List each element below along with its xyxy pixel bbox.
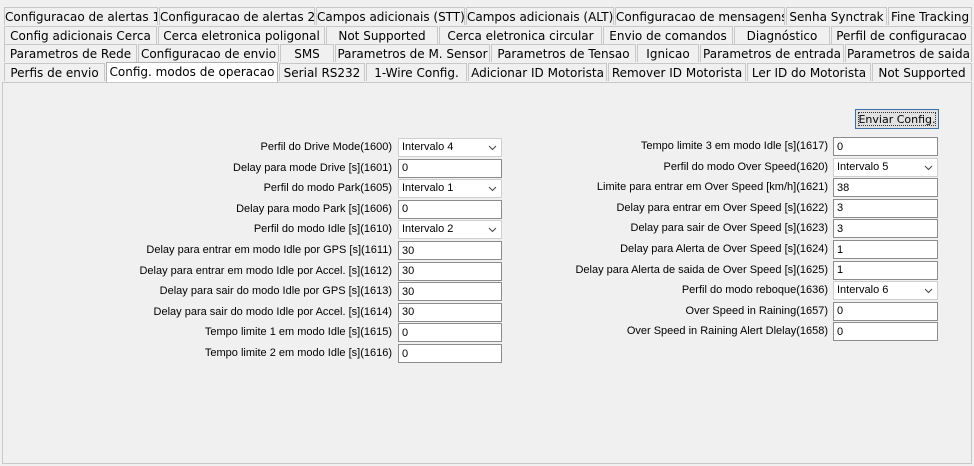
tab-adicionar-id-motorista[interactable]: Adicionar ID Motorista: [468, 63, 607, 81]
delay-para-entrar-em-over-speed-1622-label: Delay para entrar em Over Speed [s](1622…: [616, 201, 828, 214]
over-speed-in-raining-alert-dlelay-1658-label: Over Speed in Raining Alert Dlelay(1658): [626, 325, 828, 338]
tab-config-adicionais-cerca[interactable]: Config adicionais Cerca: [4, 26, 157, 44]
tab-parametros-de-saida[interactable]: Parametros de saida: [845, 44, 972, 62]
tab-campos-adicionais-stt[interactable]: Campos adicionais (STT): [316, 7, 465, 25]
tab-strip: Configuracao de alertas 1 Configuracao d…: [0, 0, 974, 83]
delay-para-alerta-de-over-speed-1624-label: Delay para Alerta de Over Speed [s](1624…: [620, 243, 828, 255]
tab-parametros-de-rede[interactable]: Parametros de Rede: [4, 44, 137, 62]
chevron-down-icon[interactable]: [924, 286, 933, 295]
tempo-limite-3-em-modo-idle-1617-field[interactable]: [833, 137, 938, 156]
tab-parametros-de-entrada[interactable]: Parametros de entrada: [700, 44, 844, 62]
tab-senha-synctrak[interactable]: Senha Synctrak: [786, 7, 887, 25]
delay-para-alerta-de-saida-de-over-speed-1625-field[interactable]: [833, 260, 938, 280]
delay-para-sair-de-over-speed-1623-field[interactable]: [833, 219, 938, 239]
tab-configuracao-de-alertas-1[interactable]: Configuracao de alertas 1: [4, 7, 158, 25]
delay-para-alerta-de-saida-de-over-speed-1625-label: Delay para Alerta de saida de Over Speed…: [575, 263, 828, 276]
tab-remover-id-motorista[interactable]: Remover ID Motorista: [608, 63, 746, 81]
select-value: Intervalo 5: [837, 160, 889, 173]
tab-perfil-de-configuracao[interactable]: Perfil de configuracao: [831, 26, 972, 44]
tab-not-supported-2[interactable]: Not Supported: [872, 63, 972, 81]
tab-not-supported[interactable]: Not Supported: [326, 26, 438, 44]
tab-configuracao-de-mensagens[interactable]: Configuracao de mensagens: [615, 7, 785, 25]
tempo-limite-2-em-modo-idle-1616-field[interactable]: [398, 344, 502, 363]
select-value: Intervalo 6: [837, 284, 889, 297]
limite-para-entrar-em-over-speed-1621-field[interactable]: [833, 178, 938, 198]
tab-envio-de-comandos[interactable]: Envio de comandos: [603, 26, 733, 44]
tab-parametros-de-m-sensor[interactable]: Parametros de M. Sensor: [335, 44, 490, 62]
tab-sms[interactable]: SMS: [280, 44, 334, 62]
delay-para-alerta-de-over-speed-1624-field[interactable]: [833, 240, 938, 259]
tab-config-modos-de-operacao[interactable]: Config. modos de operacao: [106, 62, 278, 82]
send-config-button[interactable]: Enviar Config.: [855, 109, 939, 129]
tab-ignicao[interactable]: Ignicao: [637, 44, 699, 62]
tab-diagnostico[interactable]: Diagnóstico: [734, 26, 830, 44]
over-speed-in-raining-alert-dlelay-1658-field[interactable]: [833, 322, 938, 342]
tab-1-wire-config[interactable]: 1-Wire Config.: [366, 63, 467, 81]
delay-para-sair-de-over-speed-1623-label: Delay para sair de Over Speed [s](1623): [630, 222, 829, 235]
over-speed-in-raining-1657-field[interactable]: [833, 301, 938, 321]
delay-para-entrar-em-over-speed-1622-field[interactable]: [833, 198, 938, 218]
tempo-limite-3-em-modo-idle-1617-label: Tempo limite 3 em modo Idle [s](1617): [640, 140, 828, 152]
tab-configuracao-de-alertas-2[interactable]: Configuracao de alertas 2: [159, 7, 315, 25]
tab-perfis-de-envio[interactable]: Perfis de envio: [4, 63, 105, 81]
perfil-do-modo-over-speed-1620-select[interactable]: Intervalo 5: [833, 157, 938, 177]
tempo-limite-2-em-modo-idle-1616-label: Tempo limite 2 em modo Idle [s](1616): [204, 347, 392, 359]
tab-cerca-eletronica-circular[interactable]: Cerca eletronica circular: [439, 26, 602, 44]
tab-cerca-eletronica-poligonal[interactable]: Cerca eletronica poligonal: [158, 26, 325, 44]
tab-fine-tracking[interactable]: Fine Tracking: [888, 7, 972, 25]
tab-parametros-de-tensao[interactable]: Parametros de Tensao: [491, 44, 636, 62]
perfil-do-modo-reboque-1636-select[interactable]: Intervalo 6: [833, 281, 938, 301]
perfil-do-modo-over-speed-1620-label: Perfil do modo Over Speed(1620): [663, 160, 828, 173]
perfil-do-modo-reboque-1636-label: Perfil do modo reboque(1636): [681, 284, 828, 297]
tab-serial-rs232[interactable]: Serial RS232: [279, 63, 365, 81]
tab-campos-adicionais-alt[interactable]: Campos adicionais (ALT): [466, 7, 614, 25]
over-speed-in-raining-1657-label: Over Speed in Raining(1657): [685, 304, 828, 317]
chevron-down-icon[interactable]: [924, 163, 933, 172]
tab-ler-id-do-motorista[interactable]: Ler ID do Motorista: [747, 63, 871, 81]
limite-para-entrar-em-over-speed-1621-label: Limite para entrar em Over Speed [km/h](…: [596, 181, 828, 194]
tab-configuracao-de-envio[interactable]: Configuracao de envio: [138, 44, 279, 62]
